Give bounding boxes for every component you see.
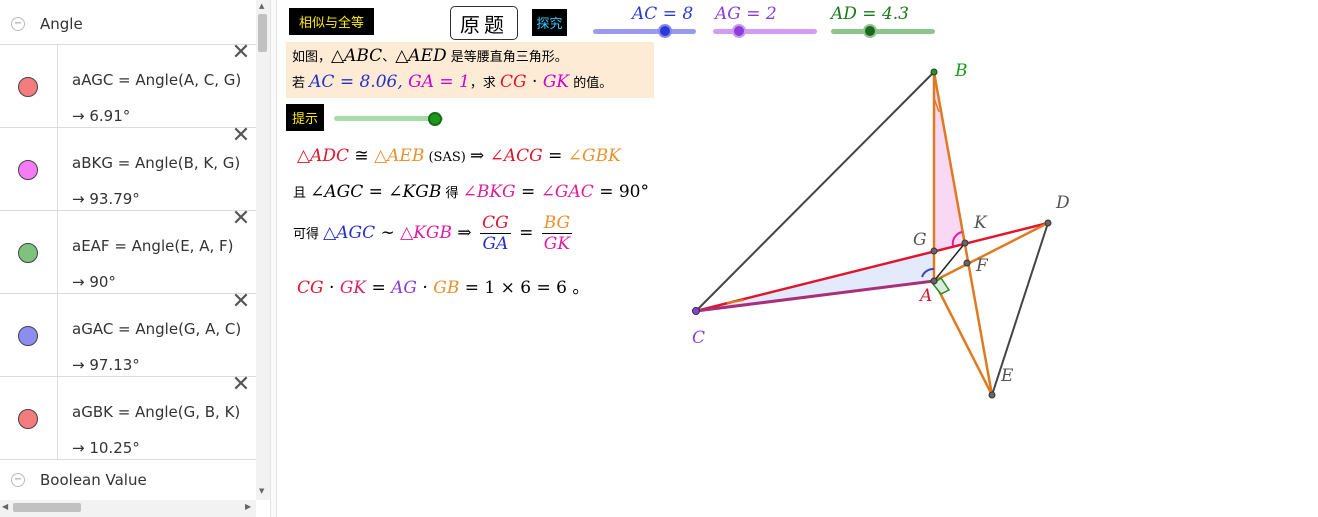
point-e[interactable] — [988, 391, 996, 399]
point-f[interactable] — [963, 259, 971, 267]
algebra-view: − Angle aAGC = Angle(A, C, G) → 6.91° ✕ … — [0, 0, 256, 517]
group-title: Boolean Value — [40, 471, 147, 489]
algebra-item[interactable]: aGBK = Angle(G, B, K) → 10.25° ✕ — [0, 374, 256, 460]
scrollbar-thumb[interactable] — [13, 503, 81, 512]
item-value: → 97.13° — [72, 356, 140, 374]
label-k: K — [973, 213, 988, 233]
visibility-toggle[interactable] — [18, 243, 38, 263]
close-icon[interactable]: ✕ — [231, 125, 251, 147]
scrollbar-thumb[interactable] — [258, 14, 267, 52]
label-g: G — [913, 230, 927, 250]
point-c[interactable] — [692, 307, 700, 315]
item-definition[interactable]: aBKG = Angle(B, K, G) — [72, 154, 240, 172]
vertical-scrollbar[interactable]: ▲ ▼ — [256, 0, 270, 500]
point-a[interactable] — [930, 277, 938, 285]
label-a: A — [918, 286, 932, 306]
segment-cd[interactable] — [695, 221, 1049, 313]
point-k[interactable] — [961, 239, 969, 247]
item-definition[interactable]: aAGC = Angle(A, C, G) — [72, 71, 241, 89]
group-header-boolean[interactable]: − Boolean Value — [0, 459, 256, 500]
view-divider[interactable] — [270, 0, 277, 517]
point-g[interactable] — [930, 247, 938, 255]
segment-ae[interactable] — [932, 280, 994, 396]
visibility-toggle[interactable] — [18, 77, 38, 97]
visibility-toggle[interactable] — [18, 409, 38, 429]
label-b: B — [954, 61, 968, 81]
close-icon[interactable]: ✕ — [231, 208, 251, 230]
close-icon[interactable]: ✕ — [231, 374, 251, 396]
group-header-angle[interactable]: − Angle — [0, 4, 256, 44]
algebra-item[interactable]: aGAC = Angle(G, A, C) → 97.13° ✕ — [0, 291, 256, 377]
collapse-icon[interactable]: − — [11, 473, 25, 487]
close-icon[interactable]: ✕ — [231, 42, 251, 64]
horizontal-scrollbar[interactable]: ◀ ▶ — [0, 500, 256, 517]
scroll-down-icon[interactable]: ▼ — [259, 487, 264, 495]
item-value: → 93.79° — [72, 190, 140, 208]
point-d[interactable] — [1044, 219, 1052, 227]
item-value: → 10.25° — [72, 439, 140, 457]
visibility-toggle[interactable] — [18, 326, 38, 346]
graphics-view[interactable]: 相似与全等 原题 探究 AC = 8 AG = 2 AD = 4.3 如图，△A… — [277, 0, 1318, 517]
close-icon[interactable]: ✕ — [231, 291, 251, 313]
label-d: D — [1055, 193, 1070, 213]
item-value: → 6.91° — [72, 107, 131, 125]
algebra-item[interactable]: aBKG = Angle(B, K, G) → 93.79° ✕ — [0, 125, 256, 211]
algebra-item[interactable]: aEAF = Angle(E, A, F) → 90° ✕ — [0, 208, 256, 294]
algebra-item[interactable]: aAGC = Angle(A, C, G) → 6.91° ✕ — [0, 42, 256, 128]
geometry-figure[interactable]: B C D E A G K F — [277, 0, 1318, 517]
scroll-right-icon[interactable]: ▶ — [245, 502, 251, 511]
item-definition[interactable]: aGAC = Angle(G, A, C) — [72, 320, 241, 338]
collapse-icon[interactable]: − — [11, 17, 25, 31]
group-title: Angle — [40, 15, 83, 33]
item-definition[interactable]: aGBK = Angle(G, B, K) — [72, 403, 240, 421]
scroll-left-icon[interactable]: ◀ — [2, 502, 8, 511]
point-b[interactable] — [930, 68, 938, 76]
item-definition[interactable]: aEAF = Angle(E, A, F) — [72, 237, 234, 255]
label-e: E — [1000, 366, 1014, 386]
visibility-toggle[interactable] — [18, 160, 38, 180]
label-c: C — [692, 328, 705, 348]
scroll-up-icon[interactable]: ▲ — [259, 2, 264, 10]
item-value: → 90° — [72, 273, 116, 291]
label-f: F — [975, 256, 989, 276]
